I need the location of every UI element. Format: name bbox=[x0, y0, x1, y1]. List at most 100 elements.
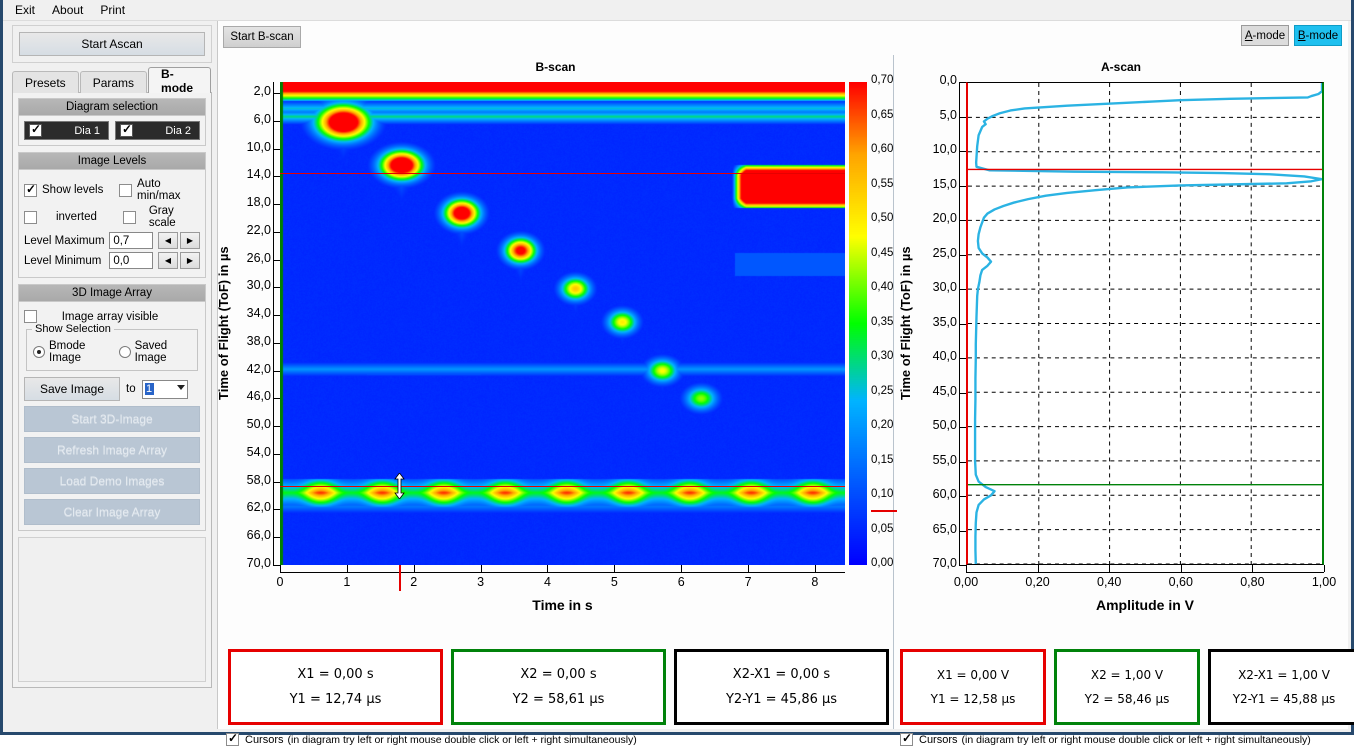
colorbar-tick-label: 0,10 bbox=[871, 488, 893, 500]
bscan-cursor-line bbox=[280, 173, 845, 174]
tab-params[interactable]: Params bbox=[80, 71, 147, 93]
dia1-checkbox[interactable]: Dia 1 bbox=[24, 121, 109, 140]
bscan-y-tick-mark bbox=[273, 398, 280, 399]
b-mode-button[interactable]: B -mode bbox=[1294, 25, 1342, 46]
ascan-x-tick-label: 0,40 bbox=[1085, 575, 1133, 589]
bscan-cursor-line bbox=[280, 486, 845, 487]
ascan-y-tick-label: 15,0 bbox=[894, 177, 957, 191]
bscan-dx-value: X2-X1 = 0,00 s bbox=[733, 667, 830, 682]
bscan-y-tick-label: 38,0 bbox=[218, 334, 271, 348]
save-slot-value: 1 bbox=[145, 383, 154, 395]
bscan-x2-value: X2 = 0,00 s bbox=[520, 667, 596, 682]
ascan-title: A-scan bbox=[894, 60, 1348, 74]
level-minimum-input[interactable]: 0,0 bbox=[109, 252, 153, 269]
bscan-y-tick-label: 14,0 bbox=[218, 167, 271, 181]
ascan-y-tick-label: 55,0 bbox=[894, 453, 957, 467]
load-demo-images-button[interactable]: Load Demo Images bbox=[24, 468, 200, 494]
bscan-y-tick-label: 2,0 bbox=[218, 84, 271, 98]
image-levels-title: Image Levels bbox=[19, 153, 205, 170]
bscan-y-tick-label: 54,0 bbox=[218, 445, 271, 459]
inverted-checkbox[interactable] bbox=[24, 211, 37, 224]
auto-minmax-checkbox[interactable] bbox=[119, 184, 132, 197]
start-3d-image-button[interactable]: Start 3D-Image bbox=[24, 406, 200, 432]
spinner-right-icon[interactable]: ▶ bbox=[180, 232, 200, 249]
bscan-y-tick-label: 66,0 bbox=[218, 528, 271, 542]
menu-item-about[interactable]: About bbox=[45, 1, 90, 19]
ascan-x1-value: X1 = 0,00 V bbox=[937, 668, 1009, 682]
bscan-x-axis-label: Time in s bbox=[280, 597, 845, 613]
bscan-y-tick-mark bbox=[273, 176, 280, 177]
clear-image-array-button[interactable]: Clear Image Array bbox=[24, 499, 200, 525]
bscan-dy-value: Y2-Y1 = 45,86 µs bbox=[726, 692, 837, 707]
ascan-cursors-label: Cursors bbox=[919, 734, 958, 746]
save-slot-combobox[interactable]: 1 bbox=[142, 380, 188, 399]
ascan-y-tick-mark bbox=[959, 427, 966, 428]
tab-bmode[interactable]: B-mode bbox=[148, 67, 211, 93]
inverted-label: inverted bbox=[42, 211, 123, 223]
ascan-y-tick-mark bbox=[959, 324, 966, 325]
ascan-x-tick-label: 1,00 bbox=[1300, 575, 1348, 589]
show-levels-checkbox[interactable] bbox=[24, 184, 37, 197]
saved-image-radio[interactable] bbox=[119, 346, 131, 358]
bscan-colorbar bbox=[849, 82, 867, 565]
ascan-y-tick-label: 25,0 bbox=[894, 246, 957, 260]
ascan-line-plot[interactable] bbox=[966, 82, 1324, 565]
ascan-y-tick-mark bbox=[959, 289, 966, 290]
spinner-left-icon[interactable]: ◀ bbox=[158, 252, 178, 269]
bscan-y-tick-mark bbox=[273, 509, 280, 510]
bscan-heatmap[interactable] bbox=[280, 82, 845, 565]
gray-scale-checkbox[interactable] bbox=[123, 211, 136, 224]
ascan-y-tick-label: 40,0 bbox=[894, 349, 957, 363]
menu-item-exit[interactable]: Exit bbox=[8, 1, 42, 19]
bscan-y-tick-mark bbox=[273, 565, 280, 566]
level-maximum-input[interactable]: 0,7 bbox=[109, 232, 153, 249]
bscan-y-tick-mark bbox=[273, 287, 280, 288]
bscan-y-tick-label: 70,0 bbox=[218, 556, 271, 570]
level-maximum-spinner[interactable]: ◀ ▶ bbox=[158, 232, 200, 249]
level-minimum-label: Level Minimum bbox=[24, 255, 109, 267]
checkmark-icon bbox=[120, 124, 133, 137]
bscan-x-tick-mark bbox=[414, 565, 415, 572]
ascan-y-tick-label: 45,0 bbox=[894, 384, 957, 398]
bscan-x-tick-label: 0 bbox=[266, 575, 294, 589]
bscan-x-tick-label: 6 bbox=[667, 575, 695, 589]
ascan-y-tick-label: 65,0 bbox=[894, 522, 957, 536]
bscan-y-tick-label: 30,0 bbox=[218, 278, 271, 292]
ascan-cursor-boxes: X1 = 0,00 V Y1 = 12,58 µs X2 = 1,00 V Y2… bbox=[900, 649, 1354, 725]
start-ascan-button[interactable]: Start Ascan bbox=[19, 32, 205, 56]
spinner-right-icon[interactable]: ▶ bbox=[180, 252, 200, 269]
bscan-x-cursor-marker bbox=[399, 565, 401, 591]
a-mode-button[interactable]: A -mode bbox=[1241, 25, 1289, 46]
image-array-visible-checkbox[interactable] bbox=[24, 310, 37, 323]
save-image-button[interactable]: Save Image bbox=[24, 377, 120, 401]
ascan-x-tick-mark bbox=[1109, 565, 1110, 572]
bmode-image-radio[interactable] bbox=[33, 346, 45, 358]
ascan-y1-value: Y1 = 12,58 µs bbox=[931, 692, 1016, 706]
bscan-x-tick-mark bbox=[481, 565, 482, 572]
chevron-down-icon[interactable] bbox=[177, 385, 185, 390]
menu-item-print[interactable]: Print bbox=[93, 1, 132, 19]
show-levels-label: Show levels bbox=[42, 184, 119, 196]
spinner-left-icon[interactable]: ◀ bbox=[158, 232, 178, 249]
bscan-y-tick-mark bbox=[273, 121, 280, 122]
bscan-x-tick-label: 4 bbox=[533, 575, 561, 589]
refresh-image-array-button[interactable]: Refresh Image Array bbox=[24, 437, 200, 463]
dia2-checkbox[interactable]: Dia 2 bbox=[115, 121, 200, 140]
bscan-cursor-boxes: X1 = 0,00 s Y1 = 12,74 µs X2 = 0,00 s Y2… bbox=[228, 649, 889, 725]
bscan-cursors-note: (in diagram try left or right mouse doub… bbox=[288, 734, 637, 746]
start-bscan-button[interactable]: Start B-scan bbox=[223, 26, 301, 48]
bscan-x-tick-label: 1 bbox=[333, 575, 361, 589]
tab-presets[interactable]: Presets bbox=[12, 71, 79, 93]
ascan-y-tick-mark bbox=[959, 117, 966, 118]
ascan-y-tick-label: 35,0 bbox=[894, 315, 957, 329]
ascan-cursor-box-1: X1 = 0,00 V Y1 = 12,58 µs bbox=[900, 649, 1046, 725]
bscan-y2-value: Y2 = 58,61 µs bbox=[513, 692, 605, 707]
ascan-y-tick-mark bbox=[959, 220, 966, 221]
menu-bar: Exit About Print bbox=[3, 0, 1351, 21]
level-minimum-spinner[interactable]: ◀ ▶ bbox=[158, 252, 200, 269]
ascan-y-tick-label: 30,0 bbox=[894, 280, 957, 294]
ascan-y-tick-mark bbox=[959, 255, 966, 256]
bscan-y-tick-label: 46,0 bbox=[218, 389, 271, 403]
bscan-x-tick-mark bbox=[815, 565, 816, 572]
main-content: Start Ascan Presets Params B-mode Diagra… bbox=[6, 21, 1348, 729]
